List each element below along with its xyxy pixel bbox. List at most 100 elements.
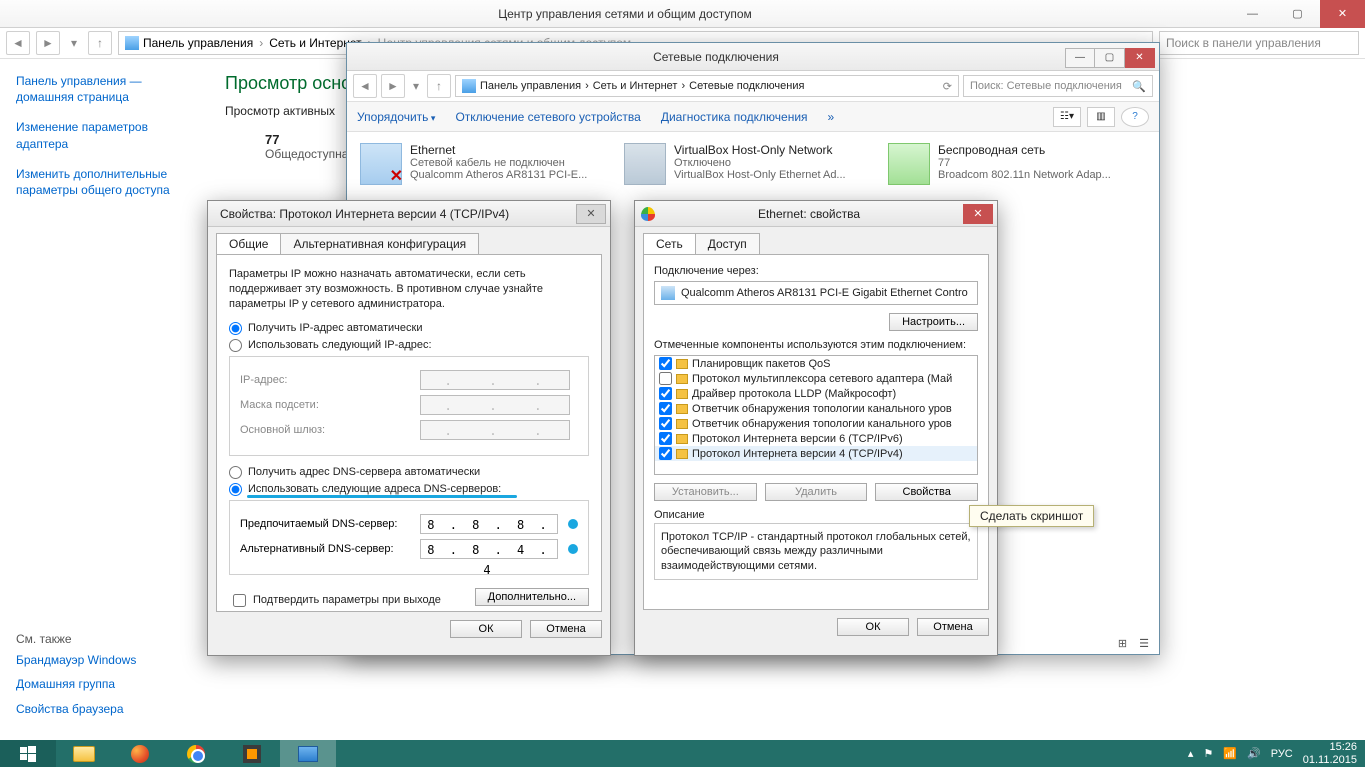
component-item[interactable]: Ответчик обнаружения топологии канальног… [655, 416, 977, 431]
view-icons-small[interactable]: ⊞ [1118, 637, 1127, 650]
subnet-mask-input[interactable]: . . . [420, 395, 570, 415]
radio-input[interactable] [229, 466, 242, 479]
up-button[interactable]: ↑ [427, 74, 451, 98]
configure-button[interactable]: Настроить... [889, 313, 978, 331]
component-checkbox[interactable] [659, 372, 672, 385]
back-button[interactable]: ◄ [6, 31, 30, 55]
toolbar-organize[interactable]: Упорядочить [357, 110, 435, 124]
up-button[interactable]: ↑ [88, 31, 112, 55]
taskbar-sublime[interactable] [224, 740, 280, 767]
connection-item-ethernet[interactable]: Ethernet Сетевой кабель не подключен Qua… [357, 140, 607, 188]
connection-item-virtualbox[interactable]: VirtualBox Host-Only Network Отключено V… [621, 140, 871, 188]
component-checkbox[interactable] [659, 387, 672, 400]
ethernet-icon [360, 143, 402, 185]
tray-language[interactable]: РУС [1271, 748, 1293, 760]
connection-device: Broadcom 802.11n Network Adap... [938, 169, 1111, 181]
toolbar-diagnose[interactable]: Диагностика подключения [661, 110, 808, 124]
component-item[interactable]: Планировщик пакетов QoS [655, 356, 977, 371]
component-item-selected[interactable]: Протокол Интернета версии 4 (TCP/IPv4) [655, 446, 977, 461]
connection-item-wifi[interactable]: Беспроводная сеть 77 Broadcom 802.11n Ne… [885, 140, 1135, 188]
close-button[interactable]: ✕ [963, 204, 993, 224]
sidebar-firewall[interactable]: Брандмауэр Windows [16, 652, 189, 668]
back-button[interactable]: ◄ [353, 74, 377, 98]
tab-access[interactable]: Доступ [695, 233, 760, 254]
breadcrumb-item[interactable]: Сетевые подключения [689, 80, 804, 92]
component-item[interactable]: Драйвер протокола LLDP (Майкрософт) [655, 386, 977, 401]
ok-button[interactable]: ОК [837, 618, 909, 636]
minimize-button[interactable]: — [1230, 0, 1275, 28]
cancel-button[interactable]: Отмена [917, 618, 989, 636]
uninstall-button[interactable]: Удалить [765, 483, 868, 501]
component-item[interactable]: Ответчик обнаружения топологии канальног… [655, 401, 977, 416]
sidebar-internet-options[interactable]: Свойства браузера [16, 701, 189, 717]
taskbar-chrome[interactable] [168, 740, 224, 767]
checkbox[interactable] [233, 594, 246, 607]
properties-button[interactable]: Свойства [875, 483, 978, 501]
components-list[interactable]: Планировщик пакетов QoS Протокол мультип… [654, 355, 978, 475]
component-checkbox[interactable] [659, 447, 672, 460]
tray-wifi-icon[interactable]: 📶 [1223, 747, 1237, 760]
close-button[interactable]: ✕ [1320, 0, 1365, 28]
gateway-input[interactable]: . . . [420, 420, 570, 440]
radio-input[interactable] [229, 483, 242, 496]
tray-network-icon[interactable]: ⚑ [1203, 747, 1213, 760]
tab-alternate[interactable]: Альтернативная конфигурация [280, 233, 479, 254]
sidebar-home[interactable]: Панель управления — домашняя страница [16, 73, 189, 105]
minimize-button[interactable]: — [1065, 48, 1095, 68]
tray-arrow-icon[interactable]: ▴ [1188, 747, 1194, 760]
forward-button[interactable]: ► [36, 31, 60, 55]
tab-network[interactable]: Сеть [643, 233, 696, 254]
history-dropdown[interactable]: ▾ [409, 74, 423, 98]
maximize-button[interactable]: ▢ [1275, 0, 1320, 28]
radio-manual-dns[interactable]: Использовать следующие адреса DNS-сервер… [229, 483, 589, 496]
history-dropdown[interactable]: ▾ [66, 31, 82, 55]
cancel-button[interactable]: Отмена [530, 620, 602, 638]
sidebar-homegroup[interactable]: Домашняя группа [16, 676, 189, 692]
sidebar-sharing-settings[interactable]: Изменить дополнительные параметры общего… [16, 166, 189, 198]
toolbar-disable-device[interactable]: Отключение сетевого устройства [455, 110, 640, 124]
breadcrumb-item[interactable]: Панель управления [143, 36, 253, 50]
preview-pane-button[interactable]: ▥ [1087, 107, 1115, 127]
radio-input[interactable] [229, 322, 242, 335]
close-button[interactable]: ✕ [1125, 48, 1155, 68]
view-mode-button[interactable]: ☷▾ [1053, 107, 1081, 127]
alternate-dns-input[interactable]: 8 . 8 . 4 . 4 [420, 539, 558, 559]
start-button[interactable] [0, 740, 56, 767]
ok-button[interactable]: ОК [450, 620, 522, 638]
breadcrumb-item[interactable]: Панель управления [480, 80, 581, 92]
taskbar-explorer[interactable] [56, 740, 112, 767]
radio-auto-dns[interactable]: Получить адрес DNS-сервера автоматически [229, 466, 589, 479]
advanced-button[interactable]: Дополнительно... [475, 588, 589, 606]
view-icons-details[interactable]: ☰ [1139, 637, 1149, 650]
preferred-dns-input[interactable]: 8 . 8 . 8 . 8 [420, 514, 558, 534]
radio-input[interactable] [229, 339, 242, 352]
forward-button[interactable]: ► [381, 74, 405, 98]
component-item[interactable]: Протокол мультиплексора сетевого адаптер… [655, 371, 977, 386]
tray-clock[interactable]: 15:26 01.11.2015 [1303, 741, 1357, 765]
component-checkbox[interactable] [659, 432, 672, 445]
help-button[interactable]: ? [1121, 107, 1149, 127]
ethernet-properties-dialog: Ethernet: свойства ✕ Сеть Доступ Подключ… [634, 200, 998, 656]
folder-icon [73, 746, 95, 762]
install-button[interactable]: Установить... [654, 483, 757, 501]
component-item[interactable]: Протокол Интернета версии 6 (TCP/IPv6) [655, 431, 977, 446]
radio-auto-ip[interactable]: Получить IP-адрес автоматически [229, 322, 589, 335]
taskbar-firefox[interactable] [112, 740, 168, 767]
ip-address-input[interactable]: . . . [420, 370, 570, 390]
toolbar-overflow[interactable]: » [828, 110, 835, 124]
component-checkbox[interactable] [659, 402, 672, 415]
search-input[interactable]: Поиск в панели управления [1159, 31, 1359, 55]
tab-general[interactable]: Общие [216, 233, 281, 254]
maximize-button[interactable]: ▢ [1095, 48, 1125, 68]
breadcrumb-item[interactable]: Сеть и Интернет [593, 80, 678, 92]
search-input[interactable]: Поиск: Сетевые подключения 🔍 [963, 75, 1153, 97]
close-button[interactable]: ✕ [576, 204, 606, 224]
radio-manual-ip[interactable]: Использовать следующий IP-адрес: [229, 339, 589, 352]
validate-on-exit[interactable]: Подтвердить параметры при выходе [229, 591, 441, 610]
address-bar[interactable]: Панель управления› Сеть и Интернет› Сете… [455, 75, 959, 97]
sidebar-adapter-settings[interactable]: Изменение параметров адаптера [16, 119, 189, 151]
tray-volume-icon[interactable]: 🔊 [1247, 747, 1261, 760]
component-checkbox[interactable] [659, 357, 672, 370]
component-checkbox[interactable] [659, 417, 672, 430]
taskbar-control-panel[interactable] [280, 740, 336, 767]
